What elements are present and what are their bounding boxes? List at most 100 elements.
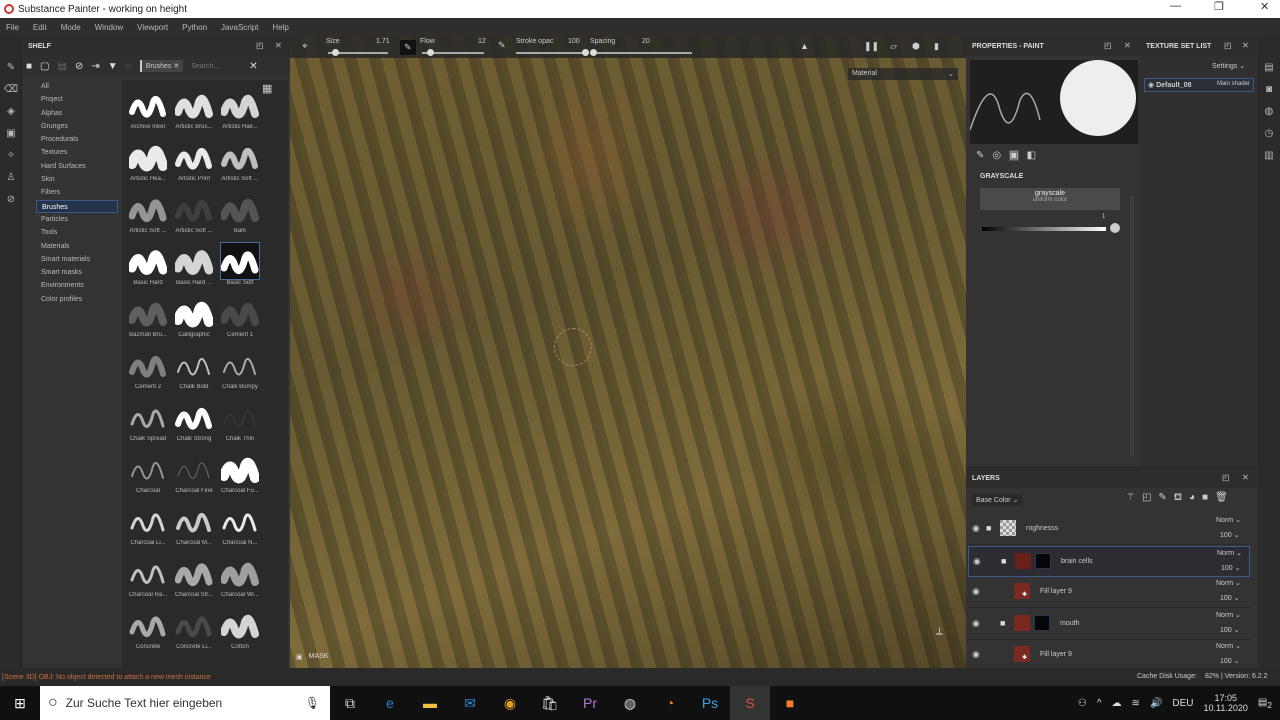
- brush-item[interactable]: Charcoal Ra...: [126, 554, 170, 606]
- paint-layer-icon[interactable]: ✎: [1158, 492, 1166, 505]
- taskbar-search[interactable]: ○ Zur Suche Text hier eingeben 🎙: [40, 686, 330, 720]
- visibility-eye-icon[interactable]: ◉: [972, 523, 980, 534]
- clear-search-icon[interactable]: ✕: [249, 61, 257, 72]
- spacing-slider[interactable]: [592, 52, 692, 54]
- channel-button[interactable]: grayscale uniform color: [980, 188, 1120, 210]
- flow-slider-handle[interactable]: [427, 49, 434, 56]
- folder-icon[interactable]: ■: [1000, 618, 1005, 628]
- category-grunges[interactable]: Grunges: [36, 120, 118, 133]
- projection-icon[interactable]: ◈: [0, 100, 22, 122]
- clock[interactable]: 17:05 10.11.2020: [1204, 693, 1248, 713]
- fill-layer-icon[interactable]: ⛾: [1174, 492, 1182, 505]
- mirror-icon[interactable]: ▲: [800, 41, 809, 51]
- new-icon[interactable]: ▢: [40, 61, 49, 72]
- category-skin[interactable]: Skin: [36, 173, 118, 186]
- category-brushes[interactable]: Brushes: [36, 199, 118, 213]
- blender-icon[interactable]: ◔: [650, 686, 690, 720]
- brush-item[interactable]: Chalk Strong: [172, 398, 216, 450]
- effect-icon[interactable]: ⚚: [1126, 492, 1135, 505]
- brush-item[interactable]: Artistic Soft ...: [172, 190, 216, 242]
- 3d-viewport[interactable]: Material ⌄ ▣ MASK ⟂: [290, 36, 966, 668]
- layer-row[interactable]: ◉ ✱ Fill layer 9 Norm ⌄ 100 ⌄: [968, 640, 1250, 668]
- picker-icon[interactable]: ⊘: [0, 188, 22, 210]
- brush-item[interactable]: Charcoal: [126, 450, 170, 502]
- visibility-eye-icon[interactable]: ◉: [972, 586, 980, 597]
- grid-view-icon[interactable]: ▦: [262, 82, 272, 95]
- shader-icon[interactable]: ◍: [1258, 100, 1280, 122]
- mail-icon[interactable]: ✉: [450, 686, 490, 720]
- file-explorer-icon[interactable]: ▬: [410, 686, 450, 720]
- brush-item[interactable]: Basic Soft: [218, 242, 262, 294]
- substance-painter-icon[interactable]: S: [730, 686, 770, 720]
- category-tools[interactable]: Tools: [36, 226, 118, 239]
- category-project[interactable]: Project: [36, 93, 118, 106]
- blend-mode-dropdown[interactable]: Norm ⌄: [1216, 579, 1241, 587]
- camera-view-icon[interactable]: ▱: [890, 41, 897, 52]
- brush-item[interactable]: Calligraphic: [172, 294, 216, 346]
- layer-row[interactable]: ◉ ✱ Fill layer 9 Norm ⌄ 100 ⌄: [968, 577, 1250, 608]
- brush-item[interactable]: Artistic Print: [172, 138, 216, 190]
- opacity-dropdown[interactable]: 100 ⌄: [1221, 564, 1241, 572]
- stroke-slider-handle[interactable]: [582, 49, 589, 56]
- brush-item[interactable]: Archive Inker: [126, 86, 170, 138]
- filter-icon[interactable]: ▼: [108, 61, 118, 72]
- category-textures[interactable]: Textures: [36, 146, 118, 159]
- channel-dropdown[interactable]: Base Color ⌄: [972, 494, 1023, 506]
- alpha-tab-icon[interactable]: ◎: [992, 150, 1001, 161]
- hide-icon[interactable]: ⊘: [75, 61, 83, 72]
- brush-item[interactable]: Charcoal Li...: [126, 502, 170, 554]
- texture-set-icon[interactable]: ▤: [1258, 56, 1280, 78]
- task-view-icon[interactable]: ⧉: [330, 686, 370, 720]
- polygon-fill-icon[interactable]: ▣: [0, 122, 22, 144]
- tray-chevron-icon[interactable]: ^: [1097, 698, 1102, 709]
- blend-mode-dropdown[interactable]: Norm ⌄: [1216, 642, 1241, 650]
- edge-icon[interactable]: e: [370, 686, 410, 720]
- unreal-icon[interactable]: ◍: [610, 686, 650, 720]
- windows-start-icon[interactable]: ⊞: [0, 686, 40, 720]
- blend-mode-dropdown[interactable]: Norm ⌄: [1216, 611, 1241, 619]
- menu-mode[interactable]: Mode: [61, 23, 81, 32]
- language-indicator[interactable]: DEU: [1172, 698, 1193, 709]
- brush-item[interactable]: Charcoal Str...: [172, 554, 216, 606]
- smart-material-icon[interactable]: ◕: [1189, 492, 1195, 505]
- size-slider-handle[interactable]: [332, 49, 339, 56]
- grayscale-slider[interactable]: [982, 227, 1106, 231]
- video-icon[interactable]: ▮: [934, 41, 939, 52]
- pause-icon[interactable]: ❚❚: [864, 41, 879, 52]
- volume-icon[interactable]: 🔊: [1150, 698, 1162, 709]
- category-filters[interactable]: Filters: [36, 186, 118, 199]
- menu-edit[interactable]: Edit: [33, 23, 47, 32]
- close-icon[interactable]: ✕: [1242, 473, 1249, 482]
- mask-toggle[interactable]: ▣ MASK: [296, 653, 328, 661]
- texture-set-item[interactable]: ◉ Default_08 Main shader: [1144, 78, 1254, 92]
- brush-item[interactable]: Artistic Soft ...: [126, 190, 170, 242]
- brush-item[interactable]: Charcoal Fu...: [218, 450, 262, 502]
- circle-icon[interactable]: ○: [126, 61, 132, 72]
- close-icon[interactable]: ✕: [275, 41, 282, 50]
- brush-item[interactable]: Cotton: [218, 606, 262, 658]
- undock-icon[interactable]: ◰: [1224, 41, 1232, 50]
- layer-row[interactable]: ◉ ■ mouth Norm ⌄ 100 ⌄: [968, 609, 1250, 640]
- brush-item[interactable]: Basic Hard ...: [172, 242, 216, 294]
- folder-icon[interactable]: ■: [1001, 556, 1006, 566]
- eraser-icon[interactable]: ⌫: [0, 78, 22, 100]
- brush-item[interactable]: Concrete: [126, 606, 170, 658]
- material-tab-icon[interactable]: ◧: [1027, 150, 1036, 161]
- category-smart-masks[interactable]: Smart masks: [36, 266, 118, 279]
- pen-icon[interactable]: ✎: [498, 40, 506, 51]
- wifi-icon[interactable]: ≋: [1132, 698, 1140, 709]
- material-select[interactable]: Material ⌄: [848, 68, 958, 80]
- stroke-opacity-slider[interactable]: [516, 52, 588, 54]
- menu-python[interactable]: Python: [182, 23, 207, 32]
- brush-item[interactable]: Basic Hard: [126, 242, 170, 294]
- app-icon[interactable]: ■: [770, 686, 810, 720]
- menu-viewport[interactable]: Viewport: [137, 23, 168, 32]
- close-button[interactable]: ✕: [1260, 0, 1269, 13]
- minimize-button[interactable]: —: [1170, 0, 1181, 12]
- brush-item[interactable]: Artistic Soft ...: [218, 138, 262, 190]
- opacity-dropdown[interactable]: 100 ⌄: [1220, 531, 1240, 539]
- settings-dropdown[interactable]: Settings ⌄: [1212, 62, 1245, 70]
- display-settings-icon[interactable]: ◙: [1258, 78, 1280, 100]
- undock-icon[interactable]: ◰: [256, 41, 264, 50]
- brush-item[interactable]: Charcoal Fine: [172, 450, 216, 502]
